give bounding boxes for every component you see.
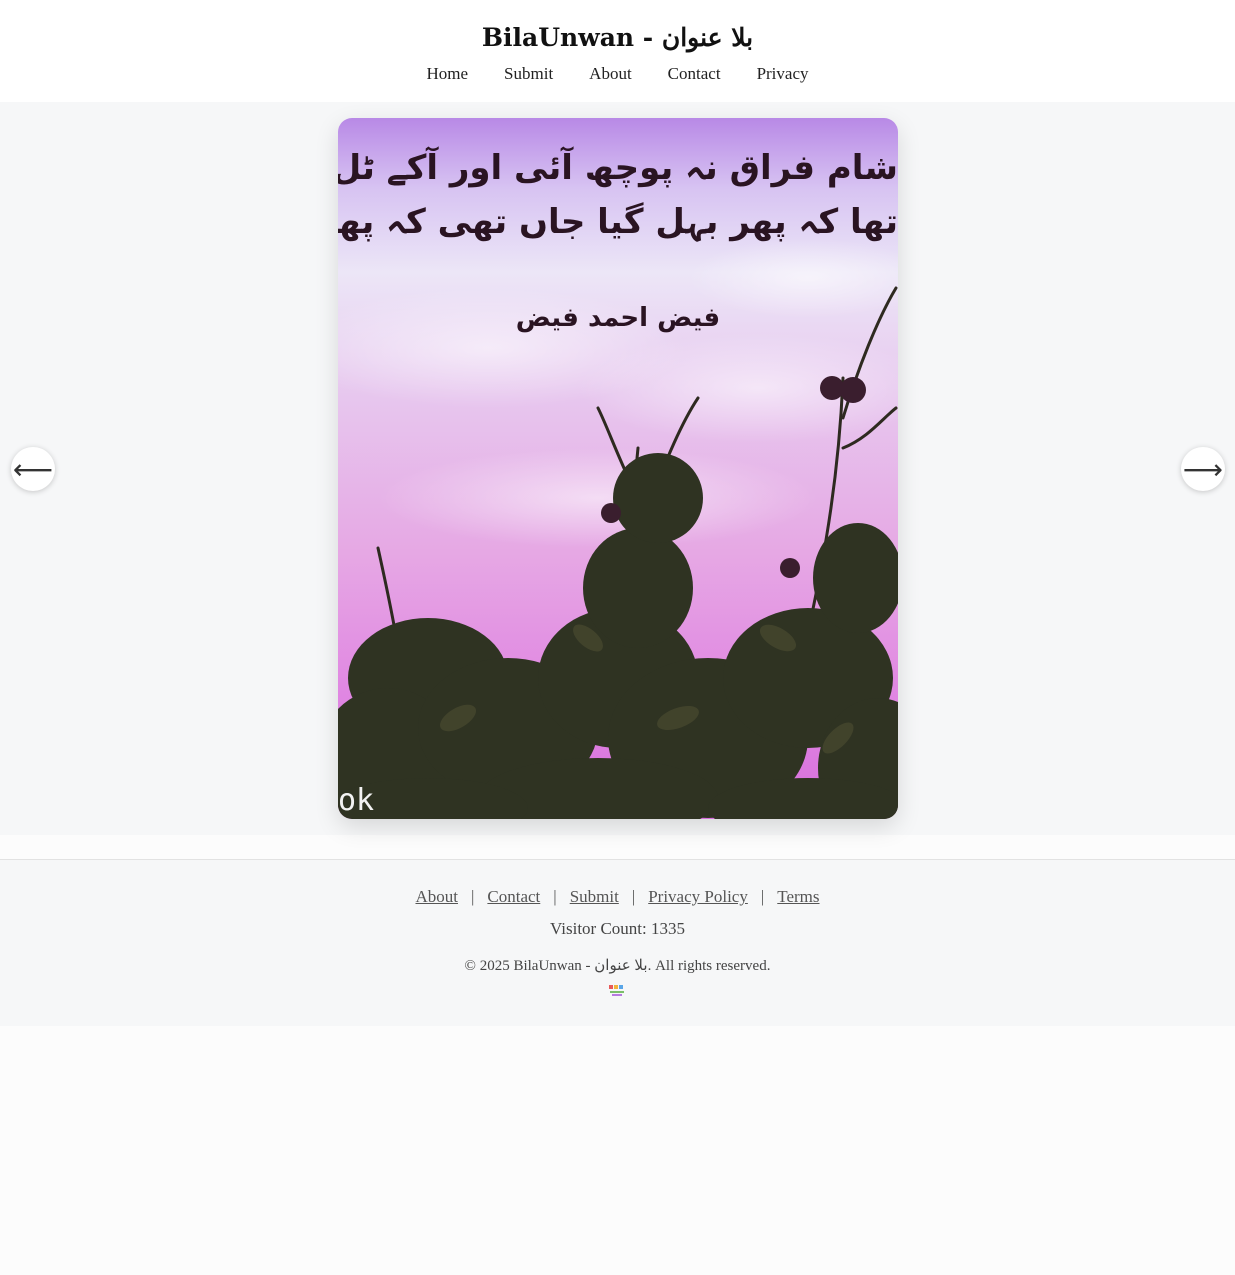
footer-separator: | bbox=[470, 887, 475, 906]
footer-about-link[interactable]: About bbox=[415, 885, 458, 909]
arrow-right-icon: ⟶ bbox=[1182, 452, 1224, 486]
footer-links: About | Contact | Submit | Privacy Polic… bbox=[0, 885, 1235, 909]
site-header: BilaUnwan - بلا عنوان Home Submit About … bbox=[0, 0, 1235, 102]
poem-line-2: تھا کہ پھر بہل گیا جاں تھی کہ پھر سنبھل bbox=[338, 202, 898, 242]
nav-about-link[interactable]: About bbox=[589, 62, 632, 86]
footer-contact-link[interactable]: Contact bbox=[487, 885, 540, 909]
site-title: BilaUnwan - بلا عنوان bbox=[481, 23, 754, 52]
poem-line-1: شام فراق نہ پوچھ آئی اور آکے ٹل گئی bbox=[338, 148, 898, 188]
previous-image-button[interactable]: ⟵ bbox=[11, 447, 55, 491]
poetry-image: شام فراق نہ پوچھ آئی اور آکے ٹل گئی تھا … bbox=[338, 118, 898, 819]
footer-separator: | bbox=[760, 887, 765, 906]
main-nav: Home Submit About Contact Privacy bbox=[0, 62, 1235, 86]
poet-name: فیض احمد فیض bbox=[515, 303, 721, 333]
footer-terms-link[interactable]: Terms bbox=[777, 885, 819, 909]
site-logo-icon bbox=[609, 985, 624, 996]
nav-submit-link[interactable]: Submit bbox=[504, 62, 553, 86]
next-image-button[interactable]: ⟶ bbox=[1181, 447, 1225, 491]
nav-privacy-link[interactable]: Privacy bbox=[757, 62, 809, 86]
arrow-left-icon: ⟵ bbox=[12, 452, 54, 486]
nav-home-link[interactable]: Home bbox=[427, 62, 469, 86]
site-footer: About | Contact | Submit | Privacy Polic… bbox=[0, 859, 1235, 1026]
copyright-notice: © 2025 BilaUnwan - بلا عنوان. All rights… bbox=[464, 958, 771, 974]
visitor-count: Visitor Count: 1335 bbox=[550, 919, 685, 938]
footer-separator: | bbox=[553, 887, 557, 906]
footer-submit-link[interactable]: Submit bbox=[570, 885, 619, 909]
nav-contact-link[interactable]: Contact bbox=[668, 62, 721, 86]
footer-separator: | bbox=[631, 887, 636, 906]
image-gallery: ⟵ شام فراق نہ پوچھ آئی اور آکے ٹل تھا کہ… bbox=[0, 102, 1235, 835]
watermark-text: ok bbox=[338, 783, 375, 818]
footer-privacy-policy-link[interactable]: Privacy Policy bbox=[648, 885, 748, 909]
